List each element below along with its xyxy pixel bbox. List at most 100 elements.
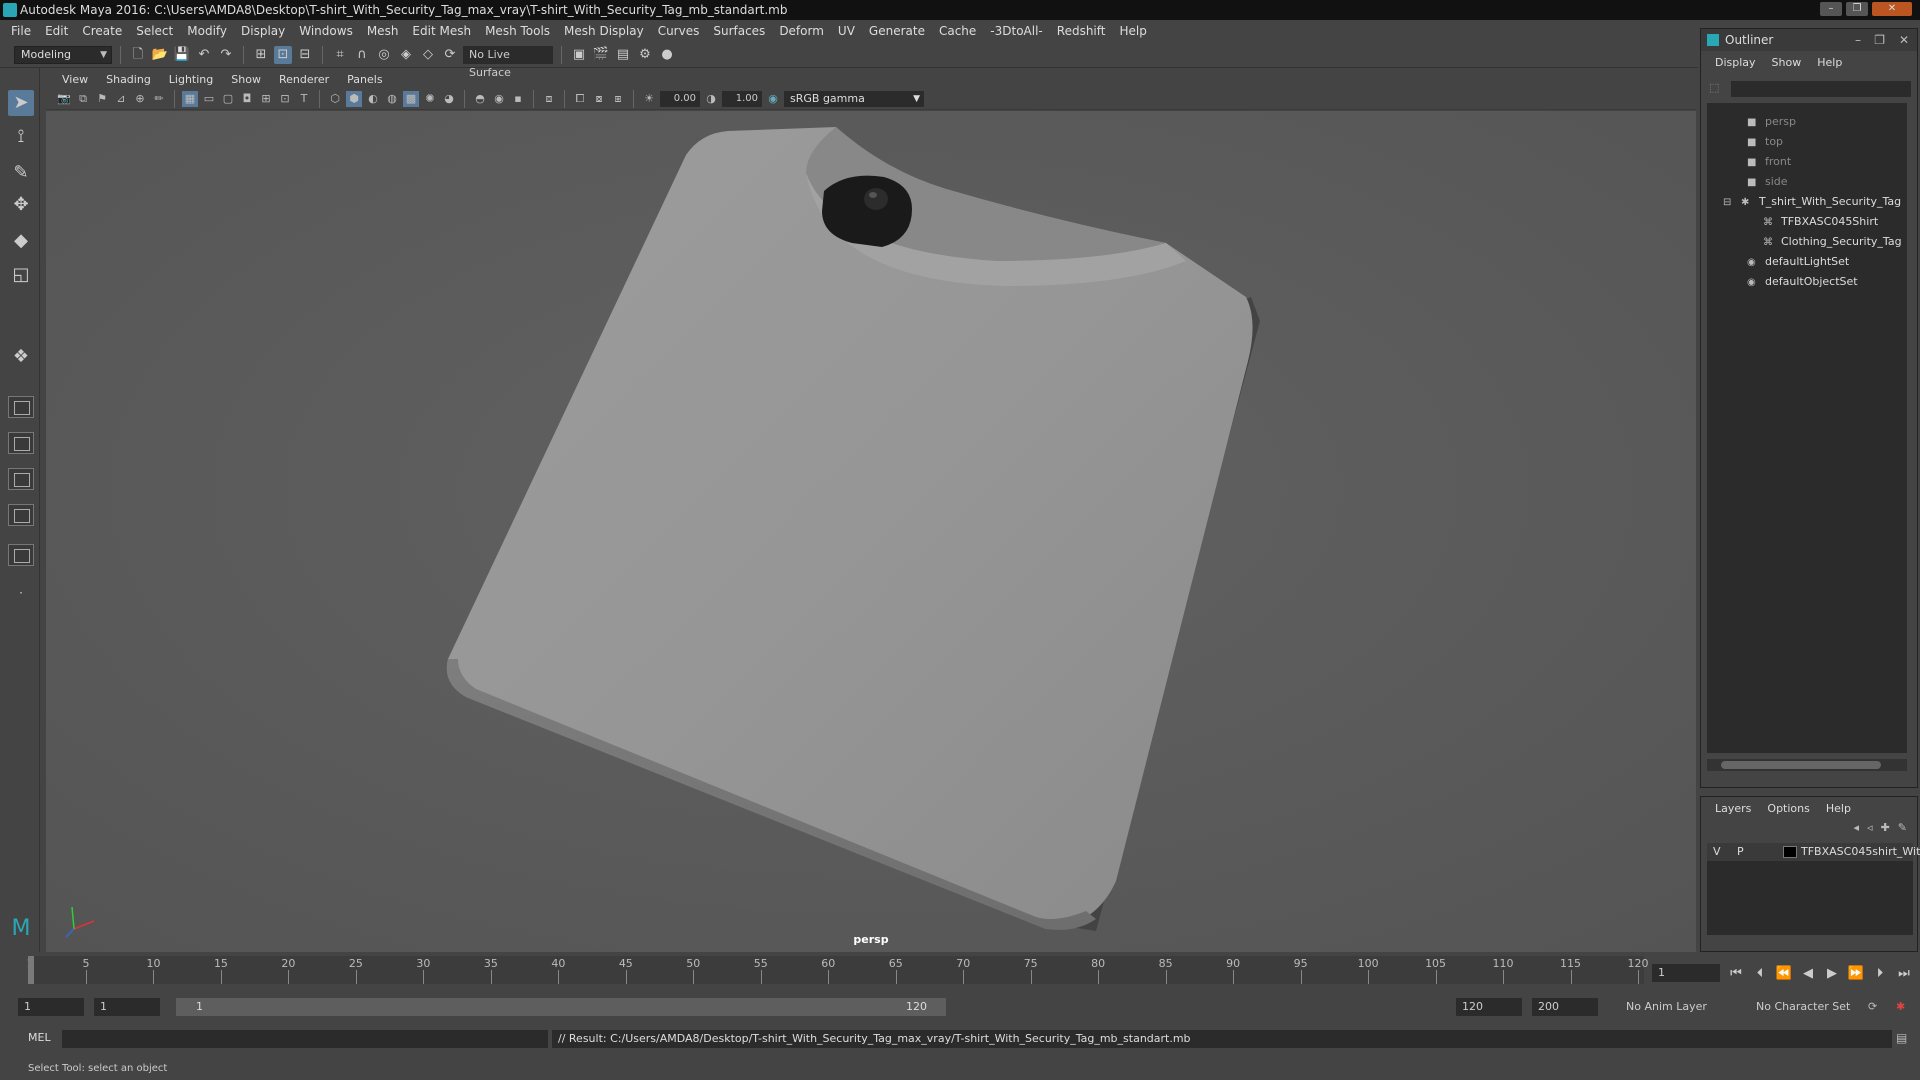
select-tool-icon[interactable]: ➤ bbox=[8, 90, 34, 116]
menu-curves[interactable]: Curves bbox=[651, 24, 707, 38]
layer-color-swatch[interactable] bbox=[1783, 846, 1797, 858]
move-tool-icon[interactable]: ✥ bbox=[8, 192, 34, 218]
anti-aliasing-icon[interactable]: ⧆ bbox=[610, 91, 626, 107]
layout-four-view-icon[interactable] bbox=[8, 396, 34, 418]
exposure-icon[interactable]: ☀ bbox=[641, 91, 657, 107]
outliner-tree[interactable]: ■ persp ■ top ■ front ■ side ⊟ ✱ T_shirt_With_… bbox=[1707, 103, 1907, 753]
menu-mesh-tools[interactable]: Mesh Tools bbox=[478, 24, 557, 38]
menu-surfaces[interactable]: Surfaces bbox=[706, 24, 772, 38]
menu-create[interactable]: Create bbox=[75, 24, 129, 38]
live-surface-field[interactable]: No Live Surface bbox=[463, 45, 553, 79]
layout-outliner-icon[interactable] bbox=[8, 468, 34, 490]
minimize-icon[interactable]: – bbox=[1820, 2, 1842, 16]
time-slider[interactable]: 1 51015202530354045505560657075808590951… bbox=[0, 952, 1698, 988]
start-time-field[interactable]: 1 bbox=[18, 998, 84, 1016]
outliner-item-top[interactable]: ■ top bbox=[1747, 133, 1783, 151]
wireframe-icon[interactable]: ⬡ bbox=[327, 91, 343, 107]
new-scene-icon[interactable]: 🗋 bbox=[129, 46, 147, 64]
menu-mesh-display[interactable]: Mesh Display bbox=[557, 24, 651, 38]
snap-grid-icon[interactable]: ⌗ bbox=[331, 46, 349, 64]
outliner-menu-show[interactable]: Show bbox=[1764, 56, 1810, 69]
mode-dropdown[interactable]: Modeling ▼ bbox=[14, 45, 112, 64]
outliner-item-default-object-set[interactable]: ◉ defaultObjectSet bbox=[1747, 273, 1858, 291]
select-component-icon[interactable]: ⊟ bbox=[296, 46, 314, 64]
minimize-icon[interactable]: – bbox=[1855, 29, 1861, 51]
layout-graph-icon[interactable] bbox=[8, 504, 34, 526]
playback-end-field[interactable]: 120 bbox=[1456, 998, 1522, 1016]
hypershade-icon[interactable]: ● bbox=[658, 46, 676, 64]
menu-edit[interactable]: Edit bbox=[38, 24, 75, 38]
preferences-icon[interactable]: ✱ bbox=[1890, 998, 1912, 1016]
film-gate-icon[interactable]: ▭ bbox=[201, 91, 217, 107]
outliner-menu-display[interactable]: Display bbox=[1707, 56, 1764, 69]
maximize-icon[interactable]: ❐ bbox=[1846, 2, 1868, 16]
outliner-item-side[interactable]: ■ side bbox=[1747, 173, 1788, 191]
panel-menu-panels[interactable]: Panels bbox=[339, 73, 390, 86]
layout-custom-icon[interactable] bbox=[8, 544, 34, 566]
new-layer-icon[interactable]: ✚ bbox=[1881, 821, 1890, 834]
outliner-item-default-light-set[interactable]: ◉ defaultLightSet bbox=[1747, 253, 1849, 271]
paint-select-icon[interactable]: ✎ bbox=[8, 160, 34, 186]
save-scene-icon[interactable]: 💾 bbox=[173, 46, 191, 64]
layer-menu-help[interactable]: Help bbox=[1818, 802, 1859, 815]
camera-icon[interactable]: 📷 bbox=[56, 91, 72, 107]
open-scene-icon[interactable]: 📂 bbox=[151, 46, 169, 64]
current-frame-field[interactable]: 1 bbox=[1652, 964, 1720, 982]
layer-row[interactable]: V P TFBXASC045shirt_With bbox=[1707, 843, 1920, 861]
scrollbar-thumb[interactable] bbox=[1721, 761, 1881, 769]
step-forward-key-icon[interactable]: ⏩ bbox=[1846, 966, 1866, 981]
go-to-end-icon[interactable]: ⏭ bbox=[1894, 966, 1914, 981]
layout-two-pane-icon[interactable] bbox=[8, 432, 34, 454]
snap-curve-icon[interactable]: ∩ bbox=[353, 46, 371, 64]
smooth-shade-icon[interactable]: ⬢ bbox=[346, 90, 362, 107]
render-settings-icon[interactable]: ⚙ bbox=[636, 46, 654, 64]
resolution-gate-icon[interactable]: ▢ bbox=[220, 91, 236, 107]
outliner-horizontal-scrollbar[interactable] bbox=[1707, 759, 1907, 771]
layer-playback-toggle[interactable]: P bbox=[1737, 843, 1744, 861]
range-slider[interactable]: 1 120 bbox=[176, 998, 946, 1016]
maximize-icon[interactable]: ❐ bbox=[1874, 29, 1885, 51]
exposure-field[interactable]: 0.00 bbox=[660, 90, 700, 107]
safe-title-icon[interactable]: T bbox=[296, 91, 312, 107]
snap-rotate-icon[interactable]: ⟳ bbox=[441, 46, 459, 64]
close-icon[interactable]: ✕ bbox=[1899, 29, 1909, 51]
step-forward-frame-icon[interactable]: ⏵ bbox=[1870, 966, 1890, 981]
panel-menu-shading[interactable]: Shading bbox=[98, 73, 159, 86]
script-editor-icon[interactable]: ▤ bbox=[1896, 1031, 1907, 1045]
new-layer-selected-icon[interactable]: ✎ bbox=[1898, 821, 1907, 834]
isolate-select-icon[interactable]: ⧈ bbox=[541, 91, 557, 107]
menu-redshift[interactable]: Redshift bbox=[1050, 24, 1113, 38]
character-set-dropdown[interactable]: No Character Set bbox=[1750, 998, 1862, 1016]
more-layouts-icon[interactable]: · bbox=[8, 580, 34, 606]
ambient-occlusion-icon[interactable]: ⧠ bbox=[572, 91, 588, 107]
panel-menu-view[interactable]: View bbox=[54, 73, 96, 86]
color-management-icon[interactable]: ◉ bbox=[765, 91, 781, 107]
use-all-lights-icon[interactable]: ✺ bbox=[422, 91, 438, 107]
menu-help[interactable]: Help bbox=[1112, 24, 1153, 38]
undo-icon[interactable]: ↶ bbox=[195, 46, 213, 64]
xray-icon[interactable]: ◓ bbox=[472, 91, 488, 107]
layer-list[interactable]: V P TFBXASC045shirt_With bbox=[1707, 843, 1920, 935]
auto-key-icon[interactable]: ⟳ bbox=[1862, 998, 1884, 1016]
outliner-item-security-tag[interactable]: ⌘ Clothing_Security_Tag bbox=[1763, 233, 1902, 251]
select-hierarchy-icon[interactable]: ⊞ bbox=[252, 46, 270, 64]
view-transform-dropdown[interactable]: sRGB gamma ▼ bbox=[784, 90, 924, 107]
render-frame-icon[interactable]: 🎬 bbox=[592, 46, 610, 64]
panel-menu-show[interactable]: Show bbox=[223, 73, 269, 86]
motion-blur-icon[interactable]: ⧇ bbox=[591, 91, 607, 107]
xray-joints-icon[interactable]: ◉ bbox=[491, 91, 507, 107]
gamma-icon[interactable]: ◑ bbox=[703, 91, 719, 107]
move-layer-down-icon[interactable]: ◃ bbox=[1867, 821, 1873, 834]
step-back-key-icon[interactable]: ⏪ bbox=[1774, 966, 1794, 981]
close-icon[interactable]: ✕ bbox=[1872, 2, 1912, 16]
script-language-label[interactable]: MEL bbox=[28, 1031, 51, 1044]
bookmark-icon[interactable]: ⚑ bbox=[94, 91, 110, 107]
backface-culling-icon[interactable]: ▪ bbox=[510, 91, 526, 107]
panel-menu-renderer[interactable]: Renderer bbox=[271, 73, 337, 86]
menu-deform[interactable]: Deform bbox=[772, 24, 831, 38]
command-input[interactable] bbox=[62, 1030, 548, 1048]
textured-icon[interactable]: ▩ bbox=[403, 90, 419, 107]
step-back-frame-icon[interactable]: ⏴ bbox=[1750, 966, 1770, 981]
grid-icon[interactable]: ▦ bbox=[182, 90, 198, 107]
panel-menu-lighting[interactable]: Lighting bbox=[161, 73, 221, 86]
